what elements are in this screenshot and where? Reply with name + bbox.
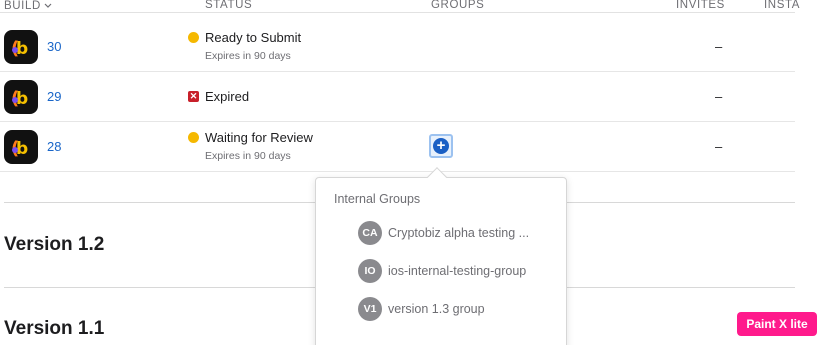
group-option-v1[interactable]: V1 version 1.3 group — [356, 297, 556, 323]
group-avatar: CA — [358, 221, 382, 245]
app-icon: (b — [4, 30, 38, 64]
groups-popover: Internal Groups CA Cryptobiz alpha testi… — [315, 177, 567, 345]
build-number-link[interactable]: 29 — [47, 89, 61, 104]
add-group-button[interactable]: + — [429, 134, 453, 158]
column-header-build-label: BUILD — [4, 0, 41, 12]
table-row[interactable]: (b 28 Waiting for Review Expires in 90 d… — [0, 122, 795, 172]
version-title: Version 1.1 — [4, 318, 105, 339]
group-label: version 1.3 group — [388, 302, 485, 316]
invites-value: – — [715, 39, 723, 54]
group-label: ios-internal-testing-group — [388, 264, 527, 278]
group-label: Cryptobiz alpha testing ... — [388, 226, 530, 240]
invites-value: – — [715, 139, 723, 154]
invites-value: – — [715, 89, 723, 104]
status-title: Waiting for Review — [205, 130, 313, 145]
watermark-badge: Paint X lite — [737, 312, 817, 336]
column-header-status: STATUS — [205, 0, 253, 11]
group-option-ca[interactable]: CA Cryptobiz alpha testing ... — [356, 221, 556, 247]
column-header-groups: GROUPS — [431, 0, 485, 11]
status-subtitle: Expires in 90 days — [205, 50, 291, 62]
chevron-down-icon — [44, 0, 52, 11]
group-option-io[interactable]: IO ios-internal-testing-group — [356, 259, 556, 285]
plus-icon: + — [433, 138, 449, 154]
warning-icon — [188, 132, 199, 143]
group-avatar: IO — [358, 259, 382, 283]
status-title: Expired — [205, 89, 250, 104]
status-title: Ready to Submit — [205, 30, 302, 45]
status-subtitle: Expires in 90 days — [205, 150, 291, 162]
column-header-build[interactable]: BUILD — [4, 0, 52, 12]
table-header: BUILD STATUS GROUPS INVITES INSTA — [0, 0, 799, 13]
build-number-link[interactable]: 28 — [47, 139, 61, 154]
expired-icon: ✕ — [188, 91, 199, 102]
table-row[interactable]: (b 29 ✕ Expired – — [0, 72, 795, 122]
table-row[interactable]: (b 30 Ready to Submit Expires in 90 days… — [0, 22, 795, 72]
app-icon: (b — [4, 80, 38, 114]
version-title: Version 1.2 — [4, 234, 105, 255]
warning-icon — [188, 32, 199, 43]
column-header-invites: INVITES — [676, 0, 725, 11]
popover-title: Internal Groups — [334, 192, 421, 206]
group-avatar: V1 — [358, 297, 382, 321]
build-number-link[interactable]: 30 — [47, 39, 61, 54]
column-header-installs: INSTA — [764, 0, 801, 11]
app-icon: (b — [4, 130, 38, 164]
